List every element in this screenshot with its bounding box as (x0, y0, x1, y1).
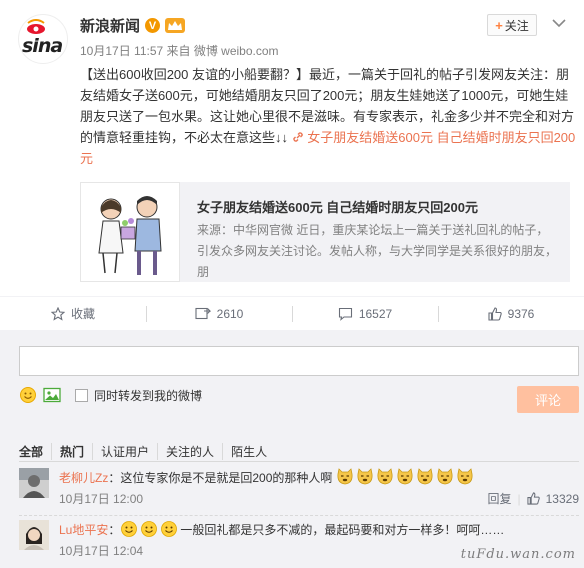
sina-logo-text: sina (22, 35, 63, 57)
repost-count: 2610 (216, 306, 244, 321)
filter-divider (19, 461, 579, 462)
filter-following[interactable]: 关注的人 (166, 443, 224, 460)
article-title: 女子朋友结婚送600元 自己结婚时朋友只回200元 (197, 200, 478, 215)
doge-emoji-icon (357, 468, 373, 485)
link-icon (292, 132, 303, 142)
smile-emoji-icon (121, 521, 138, 537)
plus-icon: + (495, 17, 503, 33)
user-avatar-icon (19, 520, 49, 550)
comment-like-count: 13329 (545, 491, 579, 506)
repost-button[interactable]: 2610 (146, 297, 292, 330)
comment-item: 老柳儿Zz：这位专家你是不是就是回200的那种人啊 10月17日 12:00 回… (19, 468, 579, 516)
comment-filter-tabs: 全部 热门 认证用户 关注的人 陌生人 (19, 443, 283, 460)
commenter-avatar[interactable] (19, 520, 49, 550)
comment-text: 一般回礼都是只多不减的，最起码要和对方一样多！呵呵…… (180, 523, 505, 537)
like-count: 9376 (507, 306, 535, 321)
doge-emoji-icon (417, 468, 433, 485)
emoji-row (120, 521, 180, 537)
follow-button[interactable]: + 关注 (487, 14, 537, 36)
also-repost-label: 同时转发到我的微博 (94, 388, 203, 403)
emoji-row (336, 468, 476, 485)
filter-verified[interactable]: 认证用户 (101, 443, 159, 460)
comment-text: ：这位专家你是不是就是回200的那种人啊 (108, 471, 333, 485)
emoji-icon[interactable] (19, 386, 37, 404)
comment-actions: 回复 | 13329 (487, 490, 579, 507)
smile-emoji-icon (141, 521, 158, 537)
doge-emoji-icon (337, 468, 353, 485)
post-header: sina 新浪新闻 V 10月17日 11:57 来自 微博 weibo.com… (0, 0, 584, 64)
article-thumbnail (80, 182, 180, 282)
vip-icon (165, 18, 186, 33)
action-separator: | (517, 491, 521, 506)
comment-body: 老柳儿Zz：这位专家你是不是就是回200的那种人啊 (59, 468, 579, 487)
couple-illustration-icon (81, 183, 179, 281)
crown-icon (168, 20, 183, 30)
image-icon[interactable] (43, 386, 61, 404)
article-description: 来源：中华网官微 近日，重庆某论坛上一篇关于送礼回礼的帖子，引发众多网友关注讨论… (197, 223, 558, 279)
star-icon (50, 306, 65, 321)
thumbs-up-icon[interactable] (527, 492, 540, 505)
also-repost-checkbox[interactable] (75, 388, 88, 402)
sina-eye-logo-icon (27, 19, 45, 34)
doge-emoji-icon (457, 468, 473, 485)
post-meta: 10月17日 11:57 来自 微博 weibo.com (80, 44, 279, 58)
doge-emoji-icon (397, 468, 413, 485)
like-button[interactable]: 9376 (438, 297, 584, 330)
comment-time: 10月17日 12:00 (59, 492, 144, 506)
filter-all[interactable]: 全部 (19, 443, 53, 460)
submit-comment-button[interactable]: 评论 (517, 386, 579, 413)
commenter-avatar[interactable] (19, 468, 49, 498)
comment-count: 16527 (358, 306, 393, 321)
watermark: tuFdu.wan.com (460, 547, 576, 562)
comment-button[interactable]: 16527 (292, 297, 438, 330)
favorite-button[interactable]: 收藏 (0, 297, 146, 330)
article-card[interactable]: 女子朋友结婚送600元 自己结婚时朋友只回200元 来源：中华网官微 近日，重庆… (80, 182, 570, 282)
comment-input[interactable] (19, 346, 579, 376)
favorite-label: 收藏 (70, 307, 95, 321)
post-text: 【送出600收回200 友谊的小船要翻？】最近，一篇关于回礼的帖子引发网友关注：… (80, 64, 578, 169)
action-bar: 收藏 2610 16527 9376 (0, 296, 584, 330)
comment-divider (19, 515, 579, 516)
verified-badge-icon: V (145, 18, 161, 33)
thumbs-up-icon (488, 306, 502, 321)
comment-tools: 同时转发到我的微博 (19, 386, 202, 404)
follow-label: 关注 (504, 18, 529, 33)
repost-icon (195, 307, 211, 319)
sina-news-avatar[interactable]: sina (18, 14, 68, 64)
filter-strangers[interactable]: 陌生人 (231, 443, 275, 460)
doge-emoji-icon (377, 468, 393, 485)
colon: ： (108, 523, 121, 537)
chevron-down-icon[interactable] (552, 18, 566, 28)
reply-link[interactable]: 回复 (487, 490, 511, 507)
commenter-name[interactable]: 老柳儿Zz (59, 471, 108, 485)
doge-emoji-icon (437, 468, 453, 485)
commenter-name[interactable]: Lu地平安 (59, 523, 108, 537)
comment-icon (338, 307, 352, 321)
comment-time: 10月17日 12:04 (59, 544, 144, 558)
user-avatar-icon (19, 468, 49, 498)
filter-hot[interactable]: 热门 (60, 443, 94, 460)
comment-body: Lu地平安： 一般回礼都是只多不减的，最起码要和对方一样多！呵呵…… (59, 520, 579, 539)
smile-emoji-icon (161, 521, 178, 537)
author-name[interactable]: 新浪新闻 (80, 15, 140, 36)
comment-section: 同时转发到我的微博 评论 全部 热门 认证用户 关注的人 陌生人 老柳儿Zz：这… (0, 330, 584, 568)
